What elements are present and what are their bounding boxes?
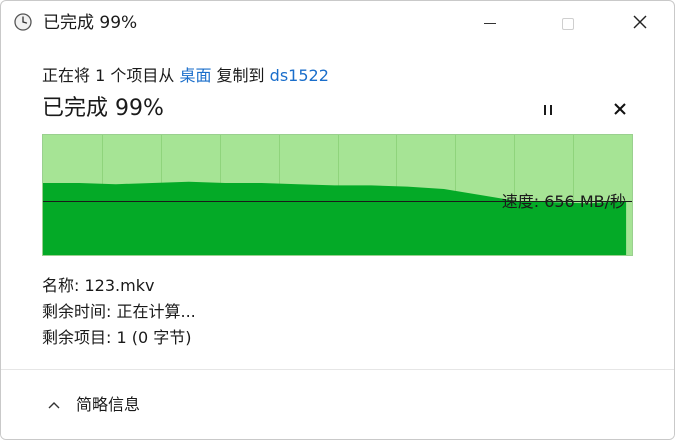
- copy-description: 正在将 1 个项目从 桌面 复制到 ds1522: [42, 65, 329, 87]
- source-folder-link[interactable]: 桌面: [179, 66, 211, 85]
- close-window-button[interactable]: [617, 1, 663, 46]
- cancel-button[interactable]: [607, 97, 633, 123]
- maximize-icon: [562, 17, 574, 30]
- minimize-button[interactable]: [467, 1, 513, 46]
- chevron-up-icon: [46, 397, 62, 413]
- details-panel: 名称: 123.mkv 剩余时间: 正在计算... 剩余项目: 1 (0 字节): [42, 273, 196, 351]
- copy-middle-text: 复制到: [211, 66, 270, 85]
- maximize-button[interactable]: [545, 1, 591, 46]
- remaining-time-value: 正在计算...: [116, 302, 196, 321]
- progress-heading: 已完成 99%: [42, 96, 164, 121]
- pause-button[interactable]: [535, 99, 561, 121]
- copy-progress-window: 已完成 99% 正在将 1 个项目从 桌面 复制到 ds1522 已完成 99%: [0, 0, 675, 440]
- fewer-details-label: 简略信息: [76, 395, 141, 414]
- remaining-time-label: 剩余时间:: [42, 302, 112, 321]
- window-title: 已完成 99%: [43, 13, 138, 33]
- name-label: 名称:: [42, 276, 80, 295]
- name-value: 123.mkv: [84, 276, 155, 295]
- footer: 简略信息: [1, 370, 674, 439]
- remaining-items-label: 剩余项目:: [42, 328, 112, 347]
- fewer-details-button[interactable]: 简略信息: [46, 392, 140, 418]
- close-icon: [632, 14, 648, 34]
- remaining-time-row: 剩余时间: 正在计算...: [42, 299, 196, 325]
- speed-graph: 速度: 656 MB/秒: [42, 134, 633, 256]
- remaining-items-value: 1 (0 字节): [116, 328, 192, 347]
- close-icon: [613, 101, 627, 120]
- destination-link[interactable]: ds1522: [270, 66, 329, 85]
- speed-label: 速度: 656 MB/秒: [501, 192, 626, 211]
- remaining-items-row: 剩余项目: 1 (0 字节): [42, 325, 196, 351]
- copy-prefix-text: 正在将 1 个项目从: [42, 66, 180, 85]
- minimize-icon: [484, 23, 496, 24]
- title-bar[interactable]: 已完成 99%: [1, 1, 674, 46]
- pause-icon: [542, 105, 554, 115]
- name-row: 名称: 123.mkv: [42, 273, 196, 299]
- clock-icon: [14, 13, 32, 31]
